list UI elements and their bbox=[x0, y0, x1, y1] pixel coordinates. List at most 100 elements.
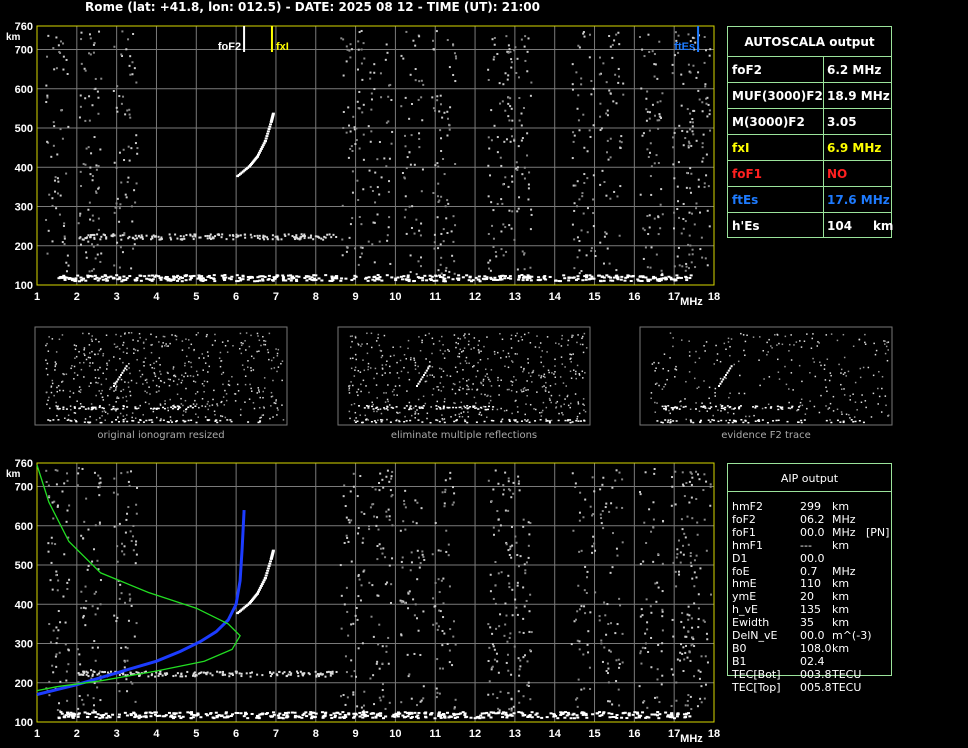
thumb-dot bbox=[213, 389, 215, 392]
noise-dot bbox=[487, 136, 490, 139]
f-band-dot bbox=[209, 672, 212, 675]
x-tick-label: 4 bbox=[153, 291, 160, 303]
thumb-band bbox=[579, 420, 582, 422]
noise-dot bbox=[604, 231, 607, 234]
thumb-dot bbox=[404, 415, 406, 418]
e-layer-dot bbox=[159, 278, 163, 281]
thumb-dot bbox=[431, 337, 434, 340]
noise-dot bbox=[615, 506, 618, 509]
thumb-dot bbox=[540, 411, 543, 414]
thumb-band bbox=[126, 406, 129, 408]
thumb-band bbox=[370, 420, 373, 423]
autoscala-label: M(3000)F2 bbox=[732, 115, 805, 129]
thumb-dot bbox=[767, 403, 770, 406]
thumb-dot bbox=[856, 409, 858, 411]
noise-dot bbox=[657, 553, 660, 556]
thumb-dot bbox=[56, 390, 59, 393]
thumb-dot bbox=[126, 414, 128, 416]
thumb-dot bbox=[138, 369, 141, 372]
noise-dot bbox=[57, 44, 60, 47]
thumb-dot bbox=[505, 409, 508, 412]
thumb-band bbox=[492, 420, 495, 422]
e-layer-dot bbox=[421, 276, 425, 279]
e-layer-dot bbox=[574, 278, 578, 281]
thumb-dot bbox=[268, 332, 271, 335]
noise-dot bbox=[135, 512, 138, 515]
thumb-dot bbox=[351, 340, 353, 343]
thumb-dot bbox=[743, 349, 745, 352]
e-layer-dot bbox=[564, 711, 568, 714]
noise-dot bbox=[678, 264, 681, 267]
noise-dot bbox=[648, 508, 651, 511]
noise-dot bbox=[88, 201, 91, 204]
e-layer-dot bbox=[309, 713, 313, 716]
thumb-dot bbox=[407, 339, 410, 342]
noise-dot bbox=[437, 625, 440, 628]
e-layer-dot bbox=[184, 275, 188, 278]
thumb-dot bbox=[545, 386, 547, 389]
noise-dot bbox=[47, 542, 50, 545]
noise-dot bbox=[615, 33, 618, 36]
thumb-dot bbox=[466, 380, 468, 382]
thumb-dot bbox=[414, 364, 417, 367]
x-tick-label: 2 bbox=[74, 291, 80, 303]
noise-dot bbox=[95, 590, 98, 593]
noise-dot bbox=[578, 240, 581, 243]
thumb-dot bbox=[155, 416, 158, 419]
thumb-dot bbox=[367, 366, 370, 368]
thumb-dot bbox=[142, 414, 144, 416]
noise-dot bbox=[609, 92, 612, 95]
thumb-band bbox=[800, 419, 803, 422]
noise-dot bbox=[601, 483, 604, 486]
thumb-dot bbox=[239, 414, 242, 416]
e-layer-dot bbox=[659, 279, 663, 282]
e-layer-dot bbox=[91, 711, 95, 714]
thumb-dot bbox=[91, 350, 93, 353]
thumb-dot bbox=[366, 343, 368, 345]
e-layer-dot bbox=[476, 716, 480, 719]
noise-dot bbox=[52, 517, 55, 520]
f-band-dot bbox=[194, 235, 197, 238]
noise-dot bbox=[682, 553, 685, 556]
noise-dot bbox=[688, 253, 691, 256]
thumb-dot bbox=[853, 416, 856, 418]
thumb-dot bbox=[458, 356, 461, 358]
thumb-band bbox=[182, 419, 185, 422]
thumb-band bbox=[226, 419, 229, 421]
thumb-frame bbox=[639, 326, 893, 426]
noise-dot bbox=[645, 108, 648, 111]
thumb-dot bbox=[241, 364, 244, 366]
noise-dot bbox=[420, 222, 423, 225]
thumb-band bbox=[148, 419, 151, 421]
f-band-dot bbox=[283, 233, 286, 236]
e-layer-dot bbox=[629, 280, 633, 283]
thumb-dot bbox=[189, 375, 192, 377]
thumb-dot bbox=[220, 401, 222, 404]
noise-dot bbox=[510, 227, 513, 230]
noise-dot bbox=[639, 193, 642, 196]
noise-dot bbox=[654, 696, 657, 699]
thumb-band bbox=[842, 420, 845, 423]
thumb-dot bbox=[424, 334, 427, 337]
noise-dot bbox=[448, 123, 451, 126]
thumb-dot bbox=[430, 406, 432, 408]
noise-dot bbox=[514, 598, 517, 601]
noise-dot bbox=[419, 234, 422, 237]
f-band-dot bbox=[326, 671, 329, 674]
thumb-dot bbox=[829, 402, 832, 405]
f-band-dot bbox=[83, 670, 86, 673]
noise-dot bbox=[446, 117, 449, 120]
noise-dot bbox=[67, 663, 70, 666]
noise-dot bbox=[493, 658, 496, 661]
thumb-dot bbox=[424, 402, 427, 405]
e-layer-dot bbox=[138, 274, 142, 277]
noise-dot bbox=[610, 502, 613, 505]
f2-trace-point bbox=[263, 576, 267, 579]
thumb-dot bbox=[388, 365, 391, 368]
noise-dot bbox=[708, 54, 711, 57]
thumb-dot bbox=[472, 366, 474, 368]
noise-dot bbox=[650, 165, 653, 168]
noise-dot bbox=[528, 610, 531, 613]
noise-dot bbox=[645, 541, 648, 544]
noise-dot bbox=[648, 214, 651, 217]
